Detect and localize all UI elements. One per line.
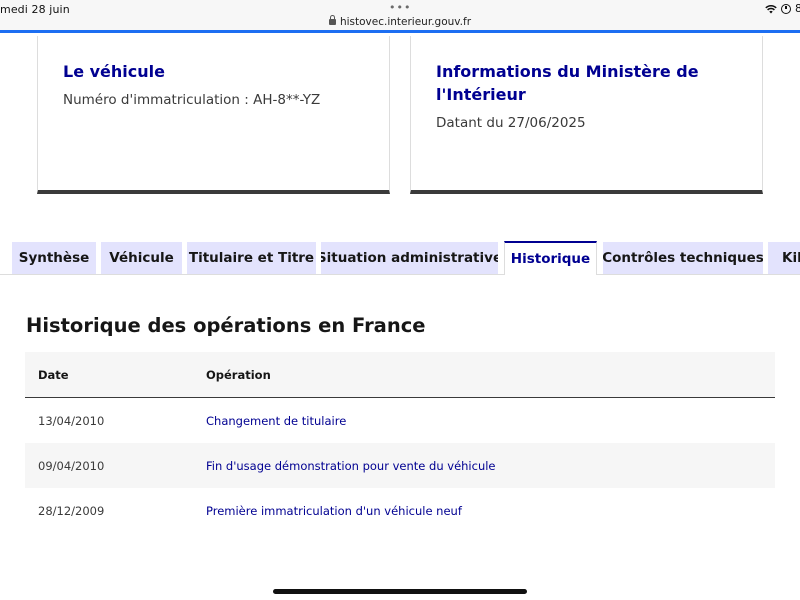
column-operation: Opération (206, 368, 271, 382)
table-row: 09/04/2010 Fin d'usage démonstration pou… (25, 443, 775, 488)
page: medi 28 juin ••• histovec.interieur.gouv… (0, 0, 800, 600)
wifi-icon (765, 4, 777, 13)
row-operation: Fin d'usage démonstration pour vente du … (206, 459, 496, 473)
tab-controles-techniques[interactable]: Contrôles techniques (603, 242, 763, 274)
data-date: Datant du 27/06/2025 (436, 115, 586, 131)
home-indicator[interactable] (273, 589, 527, 594)
url-text: histovec.interieur.gouv.fr (339, 16, 472, 28)
address-bar[interactable]: histovec.interieur.gouv.fr (0, 15, 800, 28)
status-icons: 8 (765, 2, 800, 15)
table-row: 13/04/2010 Changement de titulaire (25, 398, 775, 443)
table-row: 28/12/2009 Première immatriculation d'un… (25, 488, 775, 533)
table-header: Date Opération (25, 352, 775, 398)
more-dots-icon[interactable]: ••• (389, 1, 411, 14)
history-title: Historique des opérations en France (26, 314, 426, 337)
row-operation: Changement de titulaire (206, 414, 347, 428)
tab-historique[interactable]: Historique (504, 241, 597, 275)
registration-number: Numéro d'immatriculation : AH-8**-YZ (63, 92, 321, 108)
tab-kilometrage[interactable]: Kilométrage (768, 242, 800, 274)
tab-situation-administrative[interactable]: Situation administrative (321, 242, 498, 274)
row-date: 09/04/2010 (38, 459, 105, 473)
column-date: Date (38, 368, 69, 382)
operations-table: Date Opération 13/04/2010 Changement de … (25, 352, 775, 533)
vehicle-card-title: Le véhicule (63, 62, 165, 81)
vehicle-card: Le véhicule Numéro d'immatriculation : A… (37, 36, 390, 194)
row-operation: Première immatriculation d'un véhicule n… (206, 504, 462, 518)
tab-vehicule[interactable]: Véhicule (101, 242, 182, 274)
row-date: 13/04/2010 (38, 414, 105, 428)
battery-text: 8 (795, 2, 800, 15)
ministry-card-title: Informations du Ministère de l'Intérieur (436, 62, 699, 104)
tab-synthese[interactable]: Synthèse (12, 242, 96, 274)
lock-icon (328, 15, 336, 25)
row-date: 28/12/2009 (38, 504, 105, 518)
status-date: medi 28 juin (0, 3, 70, 16)
tab-titulaire[interactable]: Titulaire et Titre (187, 242, 316, 274)
browser-status-bar: medi 28 juin ••• histovec.interieur.gouv… (0, 0, 800, 33)
tabs-divider (0, 274, 800, 275)
ministry-info-card: Informations du Ministère de l'Intérieur… (410, 36, 763, 194)
alarm-icon (781, 3, 791, 14)
